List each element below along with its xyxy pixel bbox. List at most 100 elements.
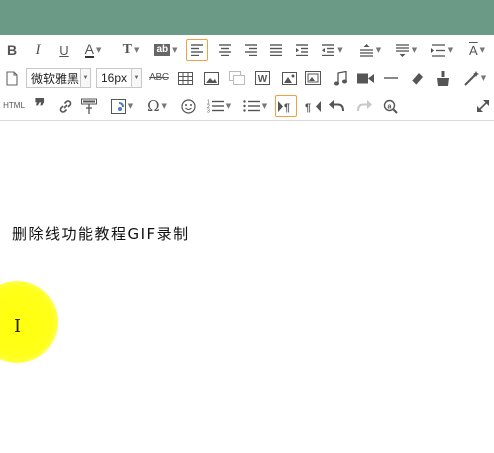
paragraph-spacing-button[interactable]: ▼ bbox=[392, 39, 420, 61]
svg-text:a: a bbox=[387, 103, 391, 110]
border-icon bbox=[110, 98, 126, 114]
ltr-button[interactable]: ¶ bbox=[275, 95, 297, 117]
brush-button[interactable] bbox=[434, 67, 452, 89]
chevron-down-icon: ▼ bbox=[133, 45, 140, 54]
toolbar-row-3: HTML ❞ ▼ Ω ▼ 1 2 3 ▼ ▼ ¶ ¶ a bbox=[0, 92, 494, 120]
letter-spacing-icon bbox=[430, 43, 445, 57]
align-right-icon bbox=[245, 44, 257, 56]
svg-text:W: W bbox=[257, 74, 267, 85]
link-button[interactable] bbox=[56, 95, 74, 117]
fullscreen-icon bbox=[477, 100, 489, 112]
chevron-down-icon: ▼ bbox=[480, 73, 487, 82]
justify-icon bbox=[270, 44, 282, 56]
undo-button[interactable] bbox=[327, 95, 345, 117]
text-case-icon: A bbox=[468, 42, 478, 58]
ltr-icon: ¶ bbox=[278, 100, 290, 113]
outdent-button[interactable]: ▼ bbox=[318, 39, 346, 61]
svg-text:¶: ¶ bbox=[284, 102, 290, 113]
chevron-down-icon: ▼ bbox=[172, 45, 178, 54]
insert-image-icon bbox=[305, 71, 321, 85]
chevron-down-icon: ▼ bbox=[161, 101, 167, 110]
align-right-button[interactable] bbox=[242, 39, 260, 61]
font-color-button[interactable]: A ▼ bbox=[80, 39, 106, 61]
quote-icon: ❞ bbox=[34, 94, 46, 118]
chevron-down-icon: ▼ bbox=[95, 45, 102, 54]
indent-button[interactable] bbox=[293, 39, 311, 61]
insert-image-button[interactable] bbox=[304, 67, 322, 89]
gallery-icon bbox=[229, 71, 245, 85]
table-button[interactable] bbox=[176, 67, 194, 89]
font-size-value: 16px bbox=[101, 71, 128, 85]
eraser-icon bbox=[411, 72, 423, 85]
ab-highlight-icon: ab bbox=[154, 44, 171, 56]
unordered-list-icon bbox=[243, 100, 260, 112]
gallery-button[interactable] bbox=[228, 67, 246, 89]
font-family-value: 微软雅黑 bbox=[31, 71, 80, 86]
picture-icon bbox=[281, 71, 297, 85]
ordered-list-icon: 123 bbox=[207, 100, 224, 114]
image-icon bbox=[203, 71, 219, 85]
rtl-button[interactable]: ¶ bbox=[304, 95, 322, 117]
border-button[interactable]: ▼ bbox=[108, 95, 136, 117]
emoji-button[interactable] bbox=[179, 95, 197, 117]
chevron-down-icon: ▼ bbox=[131, 69, 141, 87]
text-case-button[interactable]: A ▼ bbox=[463, 39, 491, 61]
search-replace-button[interactable]: a bbox=[381, 95, 399, 117]
format-painter-icon bbox=[81, 98, 97, 114]
chevron-down-icon: ▼ bbox=[337, 45, 343, 54]
video-icon bbox=[356, 73, 374, 83]
chevron-down-icon: ▼ bbox=[479, 45, 486, 54]
italic-button[interactable]: I bbox=[31, 39, 45, 61]
eraser-button[interactable] bbox=[408, 67, 426, 89]
underline-button[interactable]: U bbox=[56, 39, 72, 61]
html-source-button[interactable]: HTML bbox=[2, 95, 26, 117]
align-center-icon bbox=[219, 44, 231, 56]
strikethrough-icon: ABC bbox=[149, 72, 169, 83]
chevron-down-icon: ▼ bbox=[375, 45, 382, 54]
video-button[interactable] bbox=[356, 67, 374, 89]
paragraph-text[interactable]: 删除线功能教程GIF录制 bbox=[12, 223, 190, 244]
font-color-icon: A bbox=[84, 41, 94, 58]
special-char-button[interactable]: Ω ▼ bbox=[143, 95, 171, 117]
emoji-icon bbox=[180, 98, 196, 114]
chevron-down-icon: ▼ bbox=[261, 101, 268, 110]
align-left-button[interactable] bbox=[186, 39, 208, 61]
svg-text:3: 3 bbox=[207, 109, 210, 114]
chevron-down-icon: ▼ bbox=[411, 45, 418, 54]
indent-icon bbox=[296, 44, 308, 56]
undo-icon bbox=[328, 100, 344, 112]
toolbar-row-2: 微软雅黑 ▼ 16px ▼ ABC W ▼ bbox=[0, 64, 494, 92]
align-left-icon bbox=[191, 44, 203, 56]
link-icon bbox=[59, 99, 71, 113]
search-replace-icon: a bbox=[383, 99, 398, 114]
text-background-button[interactable]: T ▼ bbox=[118, 39, 144, 61]
text-cursor-icon: I bbox=[14, 316, 22, 337]
align-center-button[interactable] bbox=[216, 39, 234, 61]
image-button[interactable] bbox=[202, 67, 220, 89]
magic-wand-button[interactable]: ▼ bbox=[461, 67, 489, 89]
chevron-down-icon: ▼ bbox=[447, 45, 454, 54]
ordered-list-button[interactable]: 1 2 3 ▼ bbox=[204, 95, 234, 117]
font-size-select[interactable]: 16px ▼ bbox=[96, 68, 142, 88]
omega-icon: Ω bbox=[147, 96, 160, 115]
horizontal-rule-button[interactable] bbox=[382, 67, 400, 89]
strikethrough-button[interactable]: ABC bbox=[148, 67, 170, 89]
justify-button[interactable] bbox=[267, 39, 285, 61]
line-height-button[interactable]: ▼ bbox=[356, 39, 384, 61]
format-painter-button[interactable] bbox=[80, 95, 98, 117]
new-document-button[interactable] bbox=[4, 67, 20, 89]
chevron-down-icon: ▼ bbox=[80, 69, 90, 87]
picture-button[interactable] bbox=[280, 67, 298, 89]
editor-content-area[interactable]: 删除线功能教程GIF录制 I bbox=[0, 122, 494, 453]
fullscreen-button[interactable] bbox=[474, 95, 492, 117]
letter-spacing-button[interactable]: ▼ bbox=[428, 39, 456, 61]
font-family-select[interactable]: 微软雅黑 ▼ bbox=[26, 68, 91, 88]
chevron-down-icon: ▼ bbox=[127, 101, 134, 110]
unordered-list-button[interactable]: ▼ bbox=[240, 95, 270, 117]
ab-highlight-button[interactable]: ab ▼ bbox=[151, 39, 181, 61]
word-button[interactable]: W bbox=[253, 67, 271, 89]
bold-button[interactable]: B bbox=[5, 39, 19, 61]
music-button[interactable] bbox=[331, 67, 349, 89]
quote-button[interactable]: ❞ bbox=[32, 95, 48, 117]
redo-button[interactable] bbox=[355, 95, 373, 117]
